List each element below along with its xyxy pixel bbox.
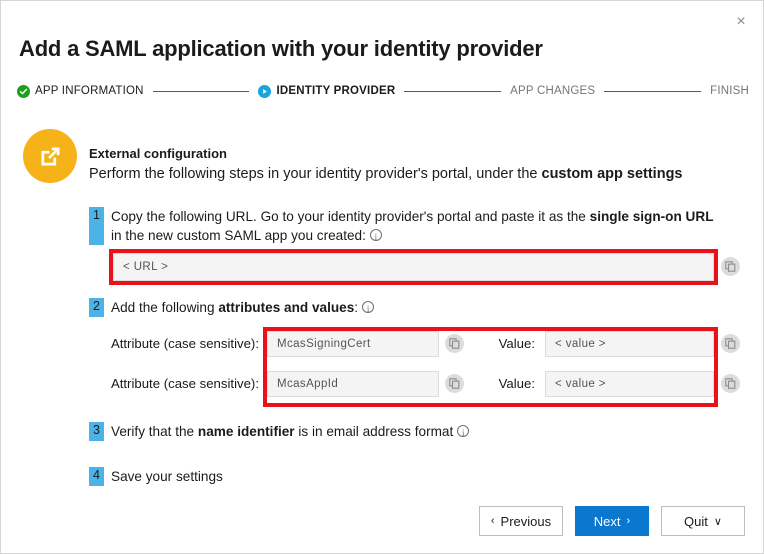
quit-button[interactable]: Quit ∨ <box>661 506 745 536</box>
chevron-right-icon: › <box>627 515 631 527</box>
dialog-footer: ‹ Previous Next › Quit ∨ <box>479 506 745 536</box>
step-2-text: Add the following attributes and values: <box>111 298 374 317</box>
attribute-label: Attribute (case sensitive): <box>109 336 259 351</box>
copy-icon[interactable] <box>721 374 740 393</box>
step-label: APP INFORMATION <box>35 85 144 97</box>
stepper-connector <box>604 91 701 92</box>
external-link-icon <box>23 129 77 183</box>
copy-icon[interactable] <box>445 334 464 353</box>
stepper-connector <box>153 91 250 92</box>
attribute-name-input[interactable]: McasSigningCert <box>267 331 439 357</box>
step-app-changes[interactable]: APP CHANGES <box>510 85 595 97</box>
play-circle-icon <box>258 85 271 98</box>
step-1-text-prefix: Copy the following URL. Go to your ident… <box>111 209 590 224</box>
step-4-text: Save your settings <box>111 467 223 486</box>
step-label: APP CHANGES <box>510 85 595 97</box>
step-1-text-bold: single sign-on URL <box>590 209 714 224</box>
step-3-text-bold: name identifier <box>198 424 295 439</box>
check-circle-icon <box>17 85 30 98</box>
sso-url-input[interactable]: < URL > <box>113 253 714 281</box>
value-label: Value: <box>475 376 535 391</box>
attribute-value-input[interactable]: < value > <box>545 371 714 397</box>
step-number-badge-4: 4 <box>89 467 104 486</box>
info-icon[interactable] <box>362 301 374 313</box>
step-app-information[interactable]: APP INFORMATION <box>17 85 144 98</box>
saml-wizard-dialog: × Add a SAML application with your ident… <box>0 0 764 554</box>
attribute-value-input[interactable]: < value > <box>545 331 714 357</box>
external-config-description: Perform the following steps in your iden… <box>89 166 683 182</box>
step-3-text-prefix: Verify that the <box>111 424 198 439</box>
step-number-badge-1: 1 <box>89 207 104 245</box>
attribute-name-input[interactable]: McasAppId <box>267 371 439 397</box>
info-icon[interactable] <box>457 425 469 437</box>
info-icon[interactable] <box>370 229 382 241</box>
step-1-text: Copy the following URL. Go to your ident… <box>111 207 736 245</box>
external-config-description-bold: custom app settings <box>542 166 683 182</box>
chevron-left-icon: ‹ <box>491 515 495 527</box>
step-number-badge-3: 3 <box>89 422 104 441</box>
attribute-label: Attribute (case sensitive): <box>109 376 259 391</box>
previous-button-label: Previous <box>501 514 552 529</box>
step-number-badge-2: 2 <box>89 298 104 317</box>
step-identity-provider[interactable]: IDENTITY PROVIDER <box>258 85 395 98</box>
external-config-description-prefix: Perform the following steps in your iden… <box>89 166 542 182</box>
step-2-text-prefix: Add the following <box>111 300 218 315</box>
step-2-text-bold: attributes and values <box>218 300 354 315</box>
copy-icon[interactable] <box>721 334 740 353</box>
wizard-stepper: APP INFORMATION IDENTITY PROVIDER APP CH… <box>17 81 749 101</box>
next-button[interactable]: Next › <box>575 506 649 536</box>
step-label: FINISH <box>710 85 749 97</box>
page-title: Add a SAML application with your identit… <box>19 36 543 62</box>
copy-icon[interactable] <box>721 257 740 276</box>
previous-button[interactable]: ‹ Previous <box>479 506 563 536</box>
value-label: Value: <box>475 336 535 351</box>
close-icon[interactable]: × <box>727 9 755 35</box>
step-1-text-line2: in the new custom SAML app you created: <box>111 228 366 243</box>
next-button-label: Next <box>594 514 621 529</box>
quit-button-label: Quit <box>684 514 708 529</box>
step-3-text-suffix: is in email address format <box>295 424 454 439</box>
chevron-down-icon: ∨ <box>714 515 722 528</box>
step-finish[interactable]: FINISH <box>710 85 749 97</box>
step-3-text: Verify that the name identifier is in em… <box>111 422 469 441</box>
step-label: IDENTITY PROVIDER <box>276 85 395 97</box>
copy-icon[interactable] <box>445 374 464 393</box>
step-2-text-suffix: : <box>354 300 358 315</box>
stepper-connector <box>404 91 501 92</box>
external-config-heading: External configuration <box>89 146 227 161</box>
